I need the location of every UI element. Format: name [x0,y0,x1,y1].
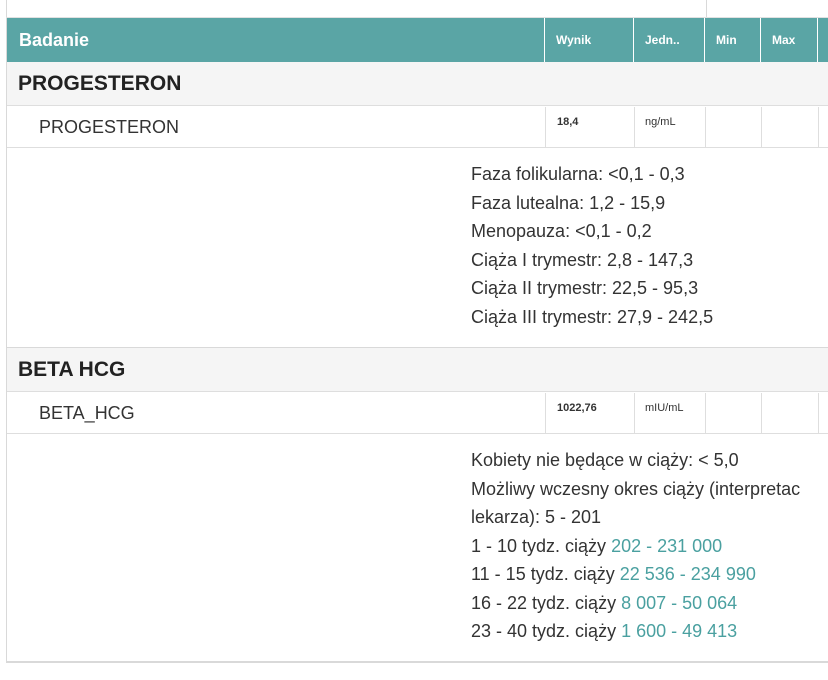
section-title: PROGESTERON [18,72,182,95]
norm-line: Faza folikularna: <0,1 - 0,3 [471,164,685,184]
reference-ranges: Faza folikularna: <0,1 - 0,3 Faza luteal… [7,148,828,348]
col-header-max: Max [761,18,818,62]
col-header-test: Badanie [7,18,545,62]
table-header: Badanie Wynik Jedn.. Min Max [7,18,828,62]
col-header-result: Wynik [545,18,634,62]
range-value: 8 007 - 50 064 [621,592,738,613]
norm-line: Kobiety nie będące w ciąży: < 5,0 [471,450,739,470]
test-name: PROGESTERON [39,117,180,137]
col-header-unit: Jedn.. [634,18,705,62]
norm-line: Faza lutealna: 1,2 - 15,9 [471,192,666,213]
reference-ranges: Kobiety nie będące w ciąży: < 5,0 Możliw… [7,434,828,662]
result-value: 18,4 [557,116,579,128]
norm-line: Ciąża III trymestr: 27,9 - 242,5 [471,306,714,327]
norm-line: 16 - 22 tydz. ciąży 8 007 - 50 064 [471,592,738,613]
norm-line: Menopauza: <0,1 - 0,2 [471,221,652,241]
norm-line: 1 - 10 tydz. ciąży 202 - 231 000 [471,535,723,556]
result-value: 1022,76 [557,402,597,414]
table-row: BETA_HCG 1022,76 mIU/mL [7,393,828,434]
section-title: BETA HCG [18,358,126,381]
norm-line: lekarza): 5 - 201 [471,507,602,527]
norm-line: 11 - 15 tydz. ciąży 22 536 - 234 990 [471,564,756,584]
range-value: 202 - 231 000 [611,535,723,556]
norm-line: Ciąża II trymestr: 22,5 - 95,3 [471,278,699,298]
test-name: BETA_HCG [39,403,135,423]
range-value: 22 536 - 234 990 [619,564,756,584]
norm-line: 23 - 40 tydz. ciąży 1 600 - 49 413 [471,621,738,641]
norm-line: Ciąża I trymestr: 2,8 - 147,3 [471,249,694,270]
table-row: PROGESTERON 18,4 ng/mL [7,107,828,148]
section-beta-hcg: BETA HCG [7,348,828,392]
result-unit: ng/mL [645,116,676,128]
range-value: 1 600 - 49 413 [621,621,738,641]
result-unit: mIU/mL [645,402,684,414]
norm-line: Możliwy wczesny okres ciąży (interpretac [471,478,801,499]
table-top-spacer [6,0,828,18]
section-progesteron: PROGESTERON [7,62,828,106]
col-header-min: Min [705,18,761,62]
